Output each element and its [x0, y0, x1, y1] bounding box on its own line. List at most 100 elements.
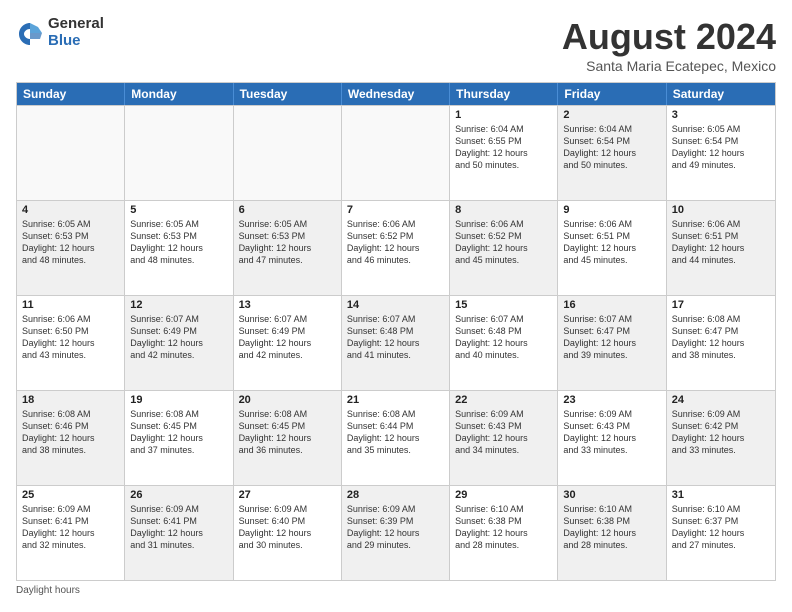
calendar-header: Sunday Monday Tuesday Wednesday Thursday… [17, 83, 775, 105]
cal-row-3: 11 Sunrise: 6:06 AM Sunset: 6:50 PM Dayli… [17, 295, 775, 390]
cal-cell-empty-3 [342, 106, 450, 200]
day-info: Sunrise: 6:06 AM Sunset: 6:50 PM Dayligh… [22, 313, 119, 362]
title-month: August 2024 [562, 16, 776, 58]
day-info: Sunrise: 6:08 AM Sunset: 6:45 PM Dayligh… [239, 408, 336, 457]
day-number: 24 [672, 394, 770, 406]
day-number: 10 [672, 204, 770, 216]
cal-cell-24: 24 Sunrise: 6:09 AM Sunset: 6:42 PM Dayli… [667, 391, 775, 485]
day-number: 29 [455, 489, 552, 501]
cal-cell-empty-0 [17, 106, 125, 200]
logo: General Blue [16, 16, 104, 49]
day-number: 9 [563, 204, 660, 216]
day-number: 12 [130, 299, 227, 311]
header-monday: Monday [125, 83, 233, 105]
day-number: 23 [563, 394, 660, 406]
header-thursday: Thursday [450, 83, 558, 105]
header-sunday: Sunday [17, 83, 125, 105]
title-location: Santa Maria Ecatepec, Mexico [562, 58, 776, 74]
day-number: 4 [22, 204, 119, 216]
day-number: 17 [672, 299, 770, 311]
cal-cell-12: 12 Sunrise: 6:07 AM Sunset: 6:49 PM Dayli… [125, 296, 233, 390]
cal-cell-27: 27Sunrise: 6:09 AM Sunset: 6:40 PM Dayli… [234, 486, 342, 580]
cal-row-4: 18Sunrise: 6:08 AM Sunset: 6:46 PM Dayli… [17, 390, 775, 485]
cal-cell-3: 3Sunrise: 6:05 AM Sunset: 6:54 PM Daylig… [667, 106, 775, 200]
day-info: Sunrise: 6:10 AM Sunset: 6:37 PM Dayligh… [672, 503, 770, 552]
header-wednesday: Wednesday [342, 83, 450, 105]
day-number: 6 [239, 204, 336, 216]
cal-cell-2: 2Sunrise: 6:04 AM Sunset: 6:54 PM Daylig… [558, 106, 666, 200]
day-number: 26 [130, 489, 227, 501]
logo-general-text: General [48, 16, 104, 33]
cal-cell-22: 22Sunrise: 6:09 AM Sunset: 6:43 PM Dayli… [450, 391, 558, 485]
day-number: 15 [455, 299, 552, 311]
cal-cell-17: 17 Sunrise: 6:08 AM Sunset: 6:47 PM Dayli… [667, 296, 775, 390]
day-number: 7 [347, 204, 444, 216]
day-info: Sunrise: 6:09 AM Sunset: 6:43 PM Dayligh… [563, 408, 660, 457]
day-info: Sunrise: 6:07 AM Sunset: 6:48 PM Dayligh… [347, 313, 444, 362]
cal-cell-7: 7 Sunrise: 6:06 AM Sunset: 6:52 PM Daylig… [342, 201, 450, 295]
day-info: Sunrise: 6:06 AM Sunset: 6:51 PM Dayligh… [563, 218, 660, 267]
day-info: Sunrise: 6:07 AM Sunset: 6:48 PM Dayligh… [455, 313, 552, 362]
day-number: 20 [239, 394, 336, 406]
day-number: 11 [22, 299, 119, 311]
cal-cell-4: 4 Sunrise: 6:05 AM Sunset: 6:53 PM Daylig… [17, 201, 125, 295]
day-info: Sunrise: 6:06 AM Sunset: 6:52 PM Dayligh… [347, 218, 444, 267]
cal-cell-16: 16 Sunrise: 6:07 AM Sunset: 6:47 PM Dayli… [558, 296, 666, 390]
day-info: Sunrise: 6:07 AM Sunset: 6:49 PM Dayligh… [130, 313, 227, 362]
day-number: 30 [563, 489, 660, 501]
cal-cell-13: 13 Sunrise: 6:07 AM Sunset: 6:49 PM Dayli… [234, 296, 342, 390]
cal-cell-15: 15 Sunrise: 6:07 AM Sunset: 6:48 PM Dayli… [450, 296, 558, 390]
day-number: 28 [347, 489, 444, 501]
day-number: 13 [239, 299, 336, 311]
day-number: 5 [130, 204, 227, 216]
cal-cell-20: 20 Sunrise: 6:08 AM Sunset: 6:45 PM Dayli… [234, 391, 342, 485]
day-number: 14 [347, 299, 444, 311]
day-info: Sunrise: 6:04 AM Sunset: 6:55 PM Dayligh… [455, 123, 552, 172]
day-info: Sunrise: 6:10 AM Sunset: 6:38 PM Dayligh… [455, 503, 552, 552]
logo-icon [16, 19, 44, 47]
cal-row-5: 25Sunrise: 6:09 AM Sunset: 6:41 PM Dayli… [17, 485, 775, 580]
day-number: 21 [347, 394, 444, 406]
day-number: 3 [672, 109, 770, 121]
cal-row-1: 1Sunrise: 6:04 AM Sunset: 6:55 PM Daylig… [17, 105, 775, 200]
day-info: Sunrise: 6:09 AM Sunset: 6:41 PM Dayligh… [22, 503, 119, 552]
header-saturday: Saturday [667, 83, 775, 105]
cal-cell-5: 5 Sunrise: 6:05 AM Sunset: 6:53 PM Daylig… [125, 201, 233, 295]
header: General Blue August 2024 Santa Maria Eca… [16, 16, 776, 74]
cal-cell-30: 30Sunrise: 6:10 AM Sunset: 6:38 PM Dayli… [558, 486, 666, 580]
calendar: Sunday Monday Tuesday Wednesday Thursday… [16, 82, 776, 581]
cal-row-2: 4 Sunrise: 6:05 AM Sunset: 6:53 PM Daylig… [17, 200, 775, 295]
cal-cell-14: 14 Sunrise: 6:07 AM Sunset: 6:48 PM Dayli… [342, 296, 450, 390]
day-number: 16 [563, 299, 660, 311]
day-info: Sunrise: 6:05 AM Sunset: 6:53 PM Dayligh… [239, 218, 336, 267]
calendar-body: 1Sunrise: 6:04 AM Sunset: 6:55 PM Daylig… [17, 105, 775, 580]
cal-cell-11: 11 Sunrise: 6:06 AM Sunset: 6:50 PM Dayli… [17, 296, 125, 390]
day-info: Sunrise: 6:09 AM Sunset: 6:41 PM Dayligh… [130, 503, 227, 552]
cal-cell-28: 28Sunrise: 6:09 AM Sunset: 6:39 PM Dayli… [342, 486, 450, 580]
cal-cell-10: 10 Sunrise: 6:06 AM Sunset: 6:51 PM Dayli… [667, 201, 775, 295]
cal-cell-18: 18Sunrise: 6:08 AM Sunset: 6:46 PM Dayli… [17, 391, 125, 485]
cal-cell-1: 1Sunrise: 6:04 AM Sunset: 6:55 PM Daylig… [450, 106, 558, 200]
title-block: August 2024 Santa Maria Ecatepec, Mexico [562, 16, 776, 74]
day-info: Sunrise: 6:08 AM Sunset: 6:45 PM Dayligh… [130, 408, 227, 457]
day-info: Sunrise: 6:07 AM Sunset: 6:47 PM Dayligh… [563, 313, 660, 362]
cal-cell-25: 25Sunrise: 6:09 AM Sunset: 6:41 PM Dayli… [17, 486, 125, 580]
day-info: Sunrise: 6:08 AM Sunset: 6:47 PM Dayligh… [672, 313, 770, 362]
cal-cell-8: 8Sunrise: 6:06 AM Sunset: 6:52 PM Daylig… [450, 201, 558, 295]
day-info: Sunrise: 6:05 AM Sunset: 6:53 PM Dayligh… [22, 218, 119, 267]
day-info: Sunrise: 6:08 AM Sunset: 6:46 PM Dayligh… [22, 408, 119, 457]
day-info: Sunrise: 6:07 AM Sunset: 6:49 PM Dayligh… [239, 313, 336, 362]
cal-cell-21: 21Sunrise: 6:08 AM Sunset: 6:44 PM Dayli… [342, 391, 450, 485]
day-info: Sunrise: 6:06 AM Sunset: 6:51 PM Dayligh… [672, 218, 770, 267]
day-number: 27 [239, 489, 336, 501]
day-info: Sunrise: 6:06 AM Sunset: 6:52 PM Dayligh… [455, 218, 552, 267]
cal-cell-9: 9 Sunrise: 6:06 AM Sunset: 6:51 PM Daylig… [558, 201, 666, 295]
day-info: Sunrise: 6:05 AM Sunset: 6:53 PM Dayligh… [130, 218, 227, 267]
logo-text: General Blue [48, 16, 104, 49]
cal-cell-empty-1 [125, 106, 233, 200]
day-number: 19 [130, 394, 227, 406]
cal-cell-19: 19 Sunrise: 6:08 AM Sunset: 6:45 PM Dayli… [125, 391, 233, 485]
day-number: 31 [672, 489, 770, 501]
day-info: Sunrise: 6:09 AM Sunset: 6:42 PM Dayligh… [672, 408, 770, 457]
cal-cell-31: 31 Sunrise: 6:10 AM Sunset: 6:37 PM Dayli… [667, 486, 775, 580]
